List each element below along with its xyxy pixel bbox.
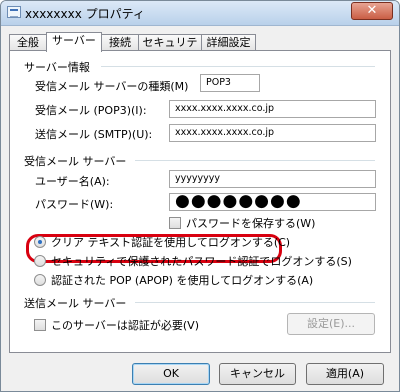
tab-advanced[interactable]: 詳細設定	[201, 34, 256, 51]
username-label: ユーザー名(A):	[35, 175, 110, 188]
clear-text-auth-label: クリア テキスト認証を使用してログオンする(C)	[51, 236, 291, 249]
secure-password-auth-label: セキュリティで保護されたパスワード認証でログオンする(S)	[51, 255, 352, 268]
smtp-label: 送信メール (SMTP)(U):	[35, 128, 153, 141]
clear-text-auth-radio[interactable]	[34, 236, 46, 248]
server-tab-panel: サーバー情報 受信メール サーバーの種類(M) POP3 受信メール (POP3…	[9, 50, 391, 353]
incoming-server-section-title: 受信メール サーバー	[24, 155, 127, 168]
password-input[interactable]: ●●●●●●●●	[169, 193, 376, 211]
smtp-server-input[interactable]: xxxx.xxxx.xxxx.co.jp	[169, 124, 376, 142]
apply-button[interactable]: 適用(A)	[306, 363, 384, 385]
apop-auth-label: 認証された POP (APOP) を使用してログオンする(A)	[51, 274, 314, 287]
ok-button[interactable]: OK	[132, 363, 210, 385]
outgoing-server-divider	[135, 302, 375, 303]
tab-connection[interactable]: 接続	[101, 34, 139, 51]
tab-general[interactable]: 全般	[9, 34, 47, 51]
save-password-label: パスワードを保存する(W)	[186, 217, 316, 230]
username-input[interactable]: yyyyyyyy	[169, 170, 376, 188]
title-bar[interactable]: xxxxxxxx プロパティ ✕	[1, 1, 399, 26]
requires-auth-checkbox[interactable]	[34, 319, 46, 331]
server-info-divider	[101, 66, 375, 67]
incoming-server-type-value: POP3	[200, 74, 260, 92]
outgoing-server-section-title: 送信メール サーバー	[24, 297, 127, 310]
properties-dialog: xxxxxxxx プロパティ ✕ 全般 サーバー 接続 セキュリティ 詳細設定 …	[0, 0, 400, 392]
dialog-title: xxxxxxxx プロパティ	[25, 7, 145, 21]
secure-password-auth-radio[interactable]	[34, 255, 46, 267]
tab-server[interactable]: サーバー	[46, 32, 102, 52]
cancel-button[interactable]: キャンセル	[219, 363, 296, 385]
pop3-server-input[interactable]: xxxx.xxxx.xxxx.co.jp	[169, 100, 376, 118]
close-button[interactable]: ✕	[351, 2, 393, 20]
incoming-server-divider	[135, 160, 375, 161]
save-password-checkbox[interactable]	[169, 217, 181, 229]
requires-auth-label: このサーバーは認証が必要(V)	[51, 319, 199, 332]
mail-account-icon	[7, 6, 21, 18]
password-label: パスワード(W):	[35, 198, 114, 211]
incoming-server-type-label: 受信メール サーバーの種類(M)	[35, 80, 189, 93]
server-info-section-title: サーバー情報	[24, 61, 90, 74]
pop3-label: 受信メール (POP3)(I):	[35, 104, 147, 117]
outgoing-settings-button[interactable]: 設定(E)...	[287, 313, 375, 335]
apop-auth-radio[interactable]	[34, 274, 46, 286]
tab-security[interactable]: セキュリティ	[138, 34, 202, 64]
